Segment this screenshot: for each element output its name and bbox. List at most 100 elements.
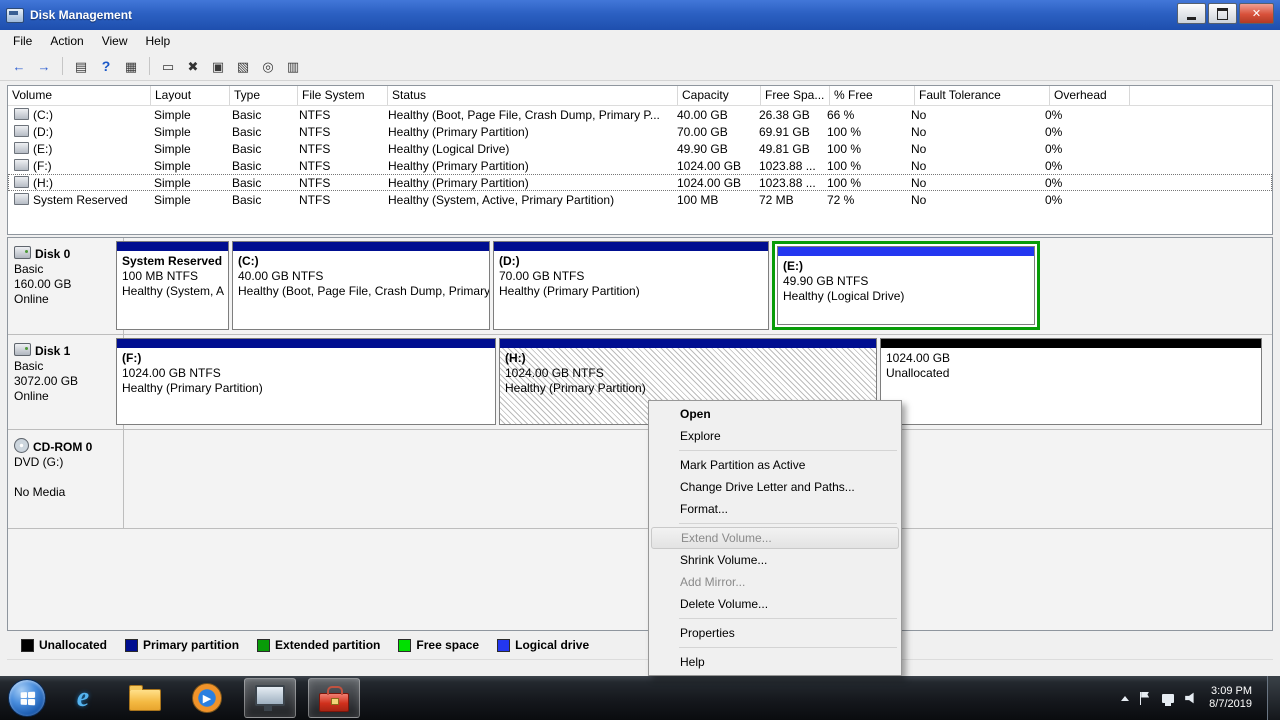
column-header-free[interactable]: % Free (830, 86, 915, 105)
context-menu-item-mark-partition-as-active[interactable]: Mark Partition as Active (649, 454, 901, 476)
toolbar-properties-button[interactable]: ▣ (207, 55, 229, 77)
column-header-volume[interactable]: Volume (8, 86, 151, 105)
hard-disk-icon (14, 343, 31, 356)
volume-row-f[interactable]: (F:)SimpleBasicNTFSHealthy (Primary Part… (8, 157, 1272, 174)
show-desktop-button[interactable] (1267, 676, 1280, 720)
disk-label-disk-1[interactable]: Disk 1Basic3072.00 GBOnline (8, 335, 124, 429)
legend-item-primary-partition: Primary partition (125, 638, 239, 652)
partition-e[interactable]: (E:)49.90 GB NTFSHealthy (Logical Drive) (777, 246, 1035, 325)
volume-cell: 0% (1041, 125, 1120, 139)
close-icon: ✕ (1252, 7, 1261, 20)
column-header-capacity[interactable]: Capacity (678, 86, 761, 105)
toolbar-export-list-button[interactable]: ▦ (120, 55, 142, 77)
legend-swatch (21, 639, 34, 652)
context-menu-item-explore[interactable]: Explore (649, 425, 901, 447)
volume-list-header: VolumeLayoutTypeFile SystemStatusCapacit… (8, 86, 1272, 106)
disk-label-disk-0[interactable]: Disk 0Basic160.00 GBOnline (8, 238, 124, 334)
context-menu-item-shrink-volume[interactable]: Shrink Volume... (649, 549, 901, 571)
disk-info-line: 3072.00 GB (14, 374, 119, 389)
volume-row-e[interactable]: (E:)SimpleBasicNTFSHealthy (Logical Driv… (8, 140, 1272, 157)
volume-name-cell: (E:) (8, 142, 150, 156)
partition-label: System Reserved (122, 254, 223, 269)
volume-row-system-reserved[interactable]: System ReservedSimpleBasicNTFSHealthy (S… (8, 191, 1272, 208)
toolbar-open-button[interactable]: ▧ (232, 55, 254, 77)
start-button[interactable] (8, 679, 46, 717)
volume-cell: NTFS (295, 176, 384, 190)
maximize-button[interactable] (1208, 3, 1237, 24)
internet-explorer-icon: e (77, 682, 89, 714)
partition-color-stripe (494, 242, 768, 251)
taskbar-display-tool-button[interactable] (244, 678, 296, 718)
partition-body: (F:)1024.00 GB NTFSHealthy (Primary Part… (117, 348, 495, 424)
column-header-file-system[interactable]: File System (298, 86, 388, 105)
taskbar-clock[interactable]: 3:09 PM 8/7/2019 (1209, 685, 1256, 711)
disk-label-cd-rom-0[interactable]: CD-ROM 0DVD (G:)No Media (8, 430, 124, 528)
disk-info-line: Online (14, 292, 119, 307)
action-center-icon[interactable] (1140, 692, 1151, 705)
taskbar-media-player-button[interactable]: ▶ (182, 679, 232, 717)
toolbar-refresh-button[interactable]: ▭ (157, 55, 179, 77)
toolbar-forward-button[interactable]: → (33, 55, 55, 77)
volume-icon[interactable] (1185, 692, 1198, 704)
column-header-overhead[interactable]: Overhead (1050, 86, 1130, 105)
volume-cell: Basic (228, 193, 295, 207)
volume-cell: 1024.00 GB (673, 176, 755, 190)
toolbox-icon (319, 693, 349, 712)
column-header-layout[interactable]: Layout (151, 86, 230, 105)
partition-system-reserved[interactable]: System Reserved100 MB NTFSHealthy (Syste… (116, 241, 229, 330)
column-header-free-spa[interactable]: Free Spa... (761, 86, 830, 105)
toolbar-rescan-disks-button[interactable]: ▥ (282, 55, 304, 77)
taskbar-disk-management-button[interactable] (308, 678, 360, 718)
partition-size: 70.00 GB NTFS (499, 269, 763, 284)
toolbar-help-button[interactable]: ? (95, 55, 117, 77)
context-menu-item-change-drive-letter-and-paths[interactable]: Change Drive Letter and Paths... (649, 476, 901, 498)
taskbar-internet-explorer-button[interactable]: e (58, 679, 108, 717)
column-header-type[interactable]: Type (230, 86, 298, 105)
partition-1024-00-gb[interactable]: 1024.00 GBUnallocated (880, 338, 1262, 425)
toolbar-find-button[interactable]: ◎ (257, 55, 279, 77)
minimize-button[interactable] (1177, 3, 1206, 24)
hard-disk-icon (14, 246, 31, 259)
partition-d[interactable]: (D:)70.00 GB NTFSHealthy (Primary Partit… (493, 241, 769, 330)
column-header-status[interactable]: Status (388, 86, 678, 105)
rescan-disks-icon: ▥ (287, 60, 299, 73)
disk-row-cd-rom-0: CD-ROM 0DVD (G:)No Media (8, 430, 1272, 529)
volume-cell: Healthy (System, Active, Primary Partiti… (384, 193, 673, 207)
toolbar-back-button[interactable]: ← (8, 55, 30, 77)
window-icon[interactable] (6, 8, 24, 23)
partition-c[interactable]: (C:)40.00 GB NTFSHealthy (Boot, Page Fil… (232, 241, 490, 330)
show-hidden-icons-button[interactable] (1121, 696, 1129, 701)
context-menu-item-help[interactable]: Help (649, 651, 901, 673)
column-header-fault-tolerance[interactable]: Fault Tolerance (915, 86, 1050, 105)
volume-cell: Basic (228, 142, 295, 156)
volume-row-d[interactable]: (D:)SimpleBasicNTFSHealthy (Primary Part… (8, 123, 1272, 140)
menu-item-view[interactable]: View (93, 31, 137, 51)
partition-f[interactable]: (F:)1024.00 GB NTFSHealthy (Primary Part… (116, 338, 496, 425)
context-menu-item-open[interactable]: Open (649, 403, 901, 425)
close-button[interactable]: ✕ (1239, 3, 1274, 24)
partition-label: (F:) (122, 351, 490, 366)
extended-partition[interactable]: (E:)49.90 GB NTFSHealthy (Logical Drive) (772, 241, 1040, 330)
disk-name: CD-ROM 0 (14, 438, 119, 455)
drive-icon (14, 193, 29, 205)
network-icon[interactable] (1162, 694, 1174, 703)
toolbar-delete-button[interactable]: ✖ (182, 55, 204, 77)
volume-cell: NTFS (295, 159, 384, 173)
menu-item-action[interactable]: Action (41, 31, 92, 51)
toolbar-show-console-tree-button[interactable]: ▤ (70, 55, 92, 77)
menu-item-help[interactable]: Help (137, 31, 180, 51)
legend-label: Free space (416, 638, 479, 652)
context-menu-item-format[interactable]: Format... (649, 498, 901, 520)
legend-swatch (125, 639, 138, 652)
drive-icon (14, 125, 29, 137)
volume-cell: 100 % (823, 125, 907, 139)
context-menu-item-properties[interactable]: Properties (649, 622, 901, 644)
taskbar-explorer-button[interactable] (120, 679, 170, 717)
partition-size: Unallocated (886, 366, 1256, 381)
volume-row-h[interactable]: (H:)SimpleBasicNTFSHealthy (Primary Part… (8, 174, 1272, 191)
context-menu-item-delete-volume[interactable]: Delete Volume... (649, 593, 901, 615)
title-bar[interactable]: Disk Management ✕ (0, 0, 1280, 30)
menu-item-file[interactable]: File (4, 31, 41, 51)
open-icon: ▧ (237, 60, 249, 73)
volume-row-c[interactable]: (C:)SimpleBasicNTFSHealthy (Boot, Page F… (8, 106, 1272, 123)
